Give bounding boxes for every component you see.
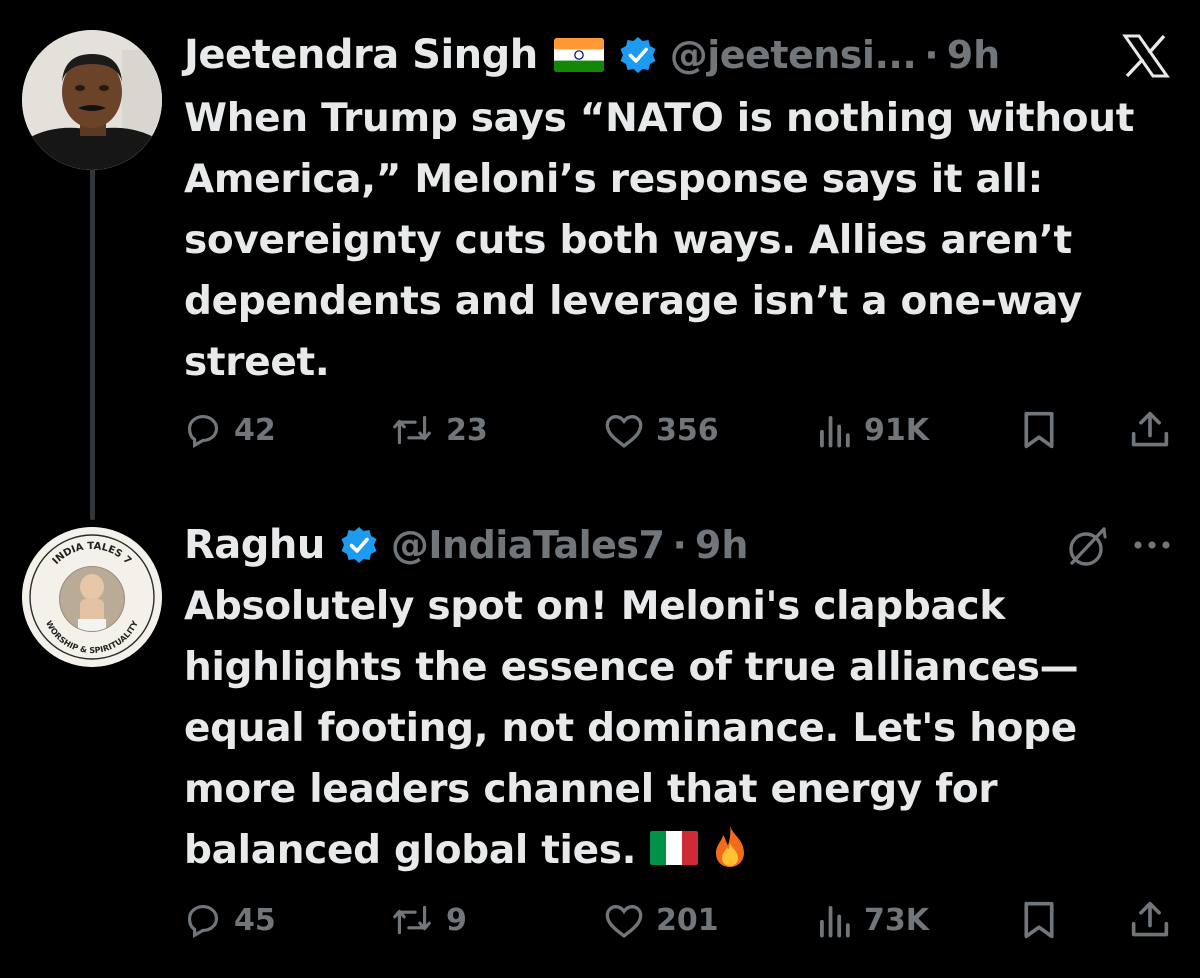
reply-button[interactable]: 42 <box>184 400 276 460</box>
timestamp[interactable]: 9h <box>695 523 749 567</box>
verified-badge-icon[interactable] <box>339 525 379 565</box>
reply-count: 45 <box>234 902 276 938</box>
bookmark-button[interactable] <box>1022 400 1056 460</box>
tweet-actions: 42 23 356 91K <box>184 400 1184 460</box>
views-chart-icon <box>820 906 850 938</box>
tweet-text: When Trump says “NATO is nothing without… <box>184 96 1135 385</box>
views-count: 91K <box>864 412 929 448</box>
like-button[interactable]: 356 <box>604 400 719 460</box>
author-name[interactable]: Raghu <box>184 522 325 568</box>
reply-count: 42 <box>234 412 276 448</box>
india-flag-icon <box>553 38 604 72</box>
views-button[interactable]: 73K <box>816 890 929 950</box>
heart-icon <box>605 904 643 938</box>
tweet-actions: 45 9 201 73K <box>184 890 1184 950</box>
bookmark-icon <box>1024 901 1054 939</box>
grok-icon[interactable] <box>1064 523 1112 571</box>
repost-count: 23 <box>446 412 488 448</box>
share-icon <box>1131 411 1169 447</box>
reply-icon <box>187 904 219 938</box>
tweet-text: Absolutely spot on! Meloni's clapback hi… <box>184 576 1184 881</box>
like-button[interactable]: 201 <box>604 890 719 950</box>
reply-icon <box>187 414 219 448</box>
views-count: 73K <box>864 902 929 938</box>
avatar-photo-icon <box>22 30 162 170</box>
repost-count: 9 <box>446 902 467 938</box>
dot-separator: · <box>924 33 939 77</box>
like-count: 356 <box>656 412 719 448</box>
avatar[interactable]: INDIA TALES 7 WORSHIP & SPIRITUALITY <box>22 527 162 667</box>
fire-icon <box>710 823 750 869</box>
author-handle[interactable]: @jeetensi... <box>670 33 917 77</box>
x-logo-icon[interactable] <box>1122 34 1170 78</box>
thread-line <box>90 168 95 520</box>
repost-icon <box>393 905 431 935</box>
like-count: 201 <box>656 902 719 938</box>
repost-icon <box>393 415 431 445</box>
tweet-header: Jeetendra Singh @jeetensi... · 9h <box>184 25 1000 85</box>
timestamp[interactable]: 9h <box>947 33 1001 77</box>
share-icon <box>1131 901 1169 937</box>
bookmark-icon <box>1024 411 1054 449</box>
dot-separator: · <box>672 523 687 567</box>
repost-button[interactable]: 9 <box>390 890 467 950</box>
views-button[interactable]: 91K <box>816 400 929 460</box>
author-handle[interactable]: @IndiaTales7 <box>391 523 665 567</box>
views-chart-icon <box>820 416 850 448</box>
avatar[interactable] <box>22 30 162 170</box>
italy-flag-icon <box>650 822 699 865</box>
repost-button[interactable]: 23 <box>390 400 488 460</box>
reply-button[interactable]: 45 <box>184 890 276 950</box>
india-tales-logo-icon: INDIA TALES 7 WORSHIP & SPIRITUALITY <box>22 527 162 667</box>
heart-icon <box>605 414 643 448</box>
share-button[interactable] <box>1130 400 1170 460</box>
tweet-body: Absolutely spot on! Meloni's clapback hi… <box>184 584 1079 873</box>
tweet-header: Raghu @IndiaTales7 · 9h <box>184 515 748 575</box>
share-button[interactable] <box>1130 890 1170 950</box>
verified-badge-icon[interactable] <box>618 35 658 75</box>
more-icon[interactable] <box>1130 530 1174 560</box>
bookmark-button[interactable] <box>1022 890 1056 950</box>
author-name[interactable]: Jeetendra Singh <box>184 32 538 78</box>
